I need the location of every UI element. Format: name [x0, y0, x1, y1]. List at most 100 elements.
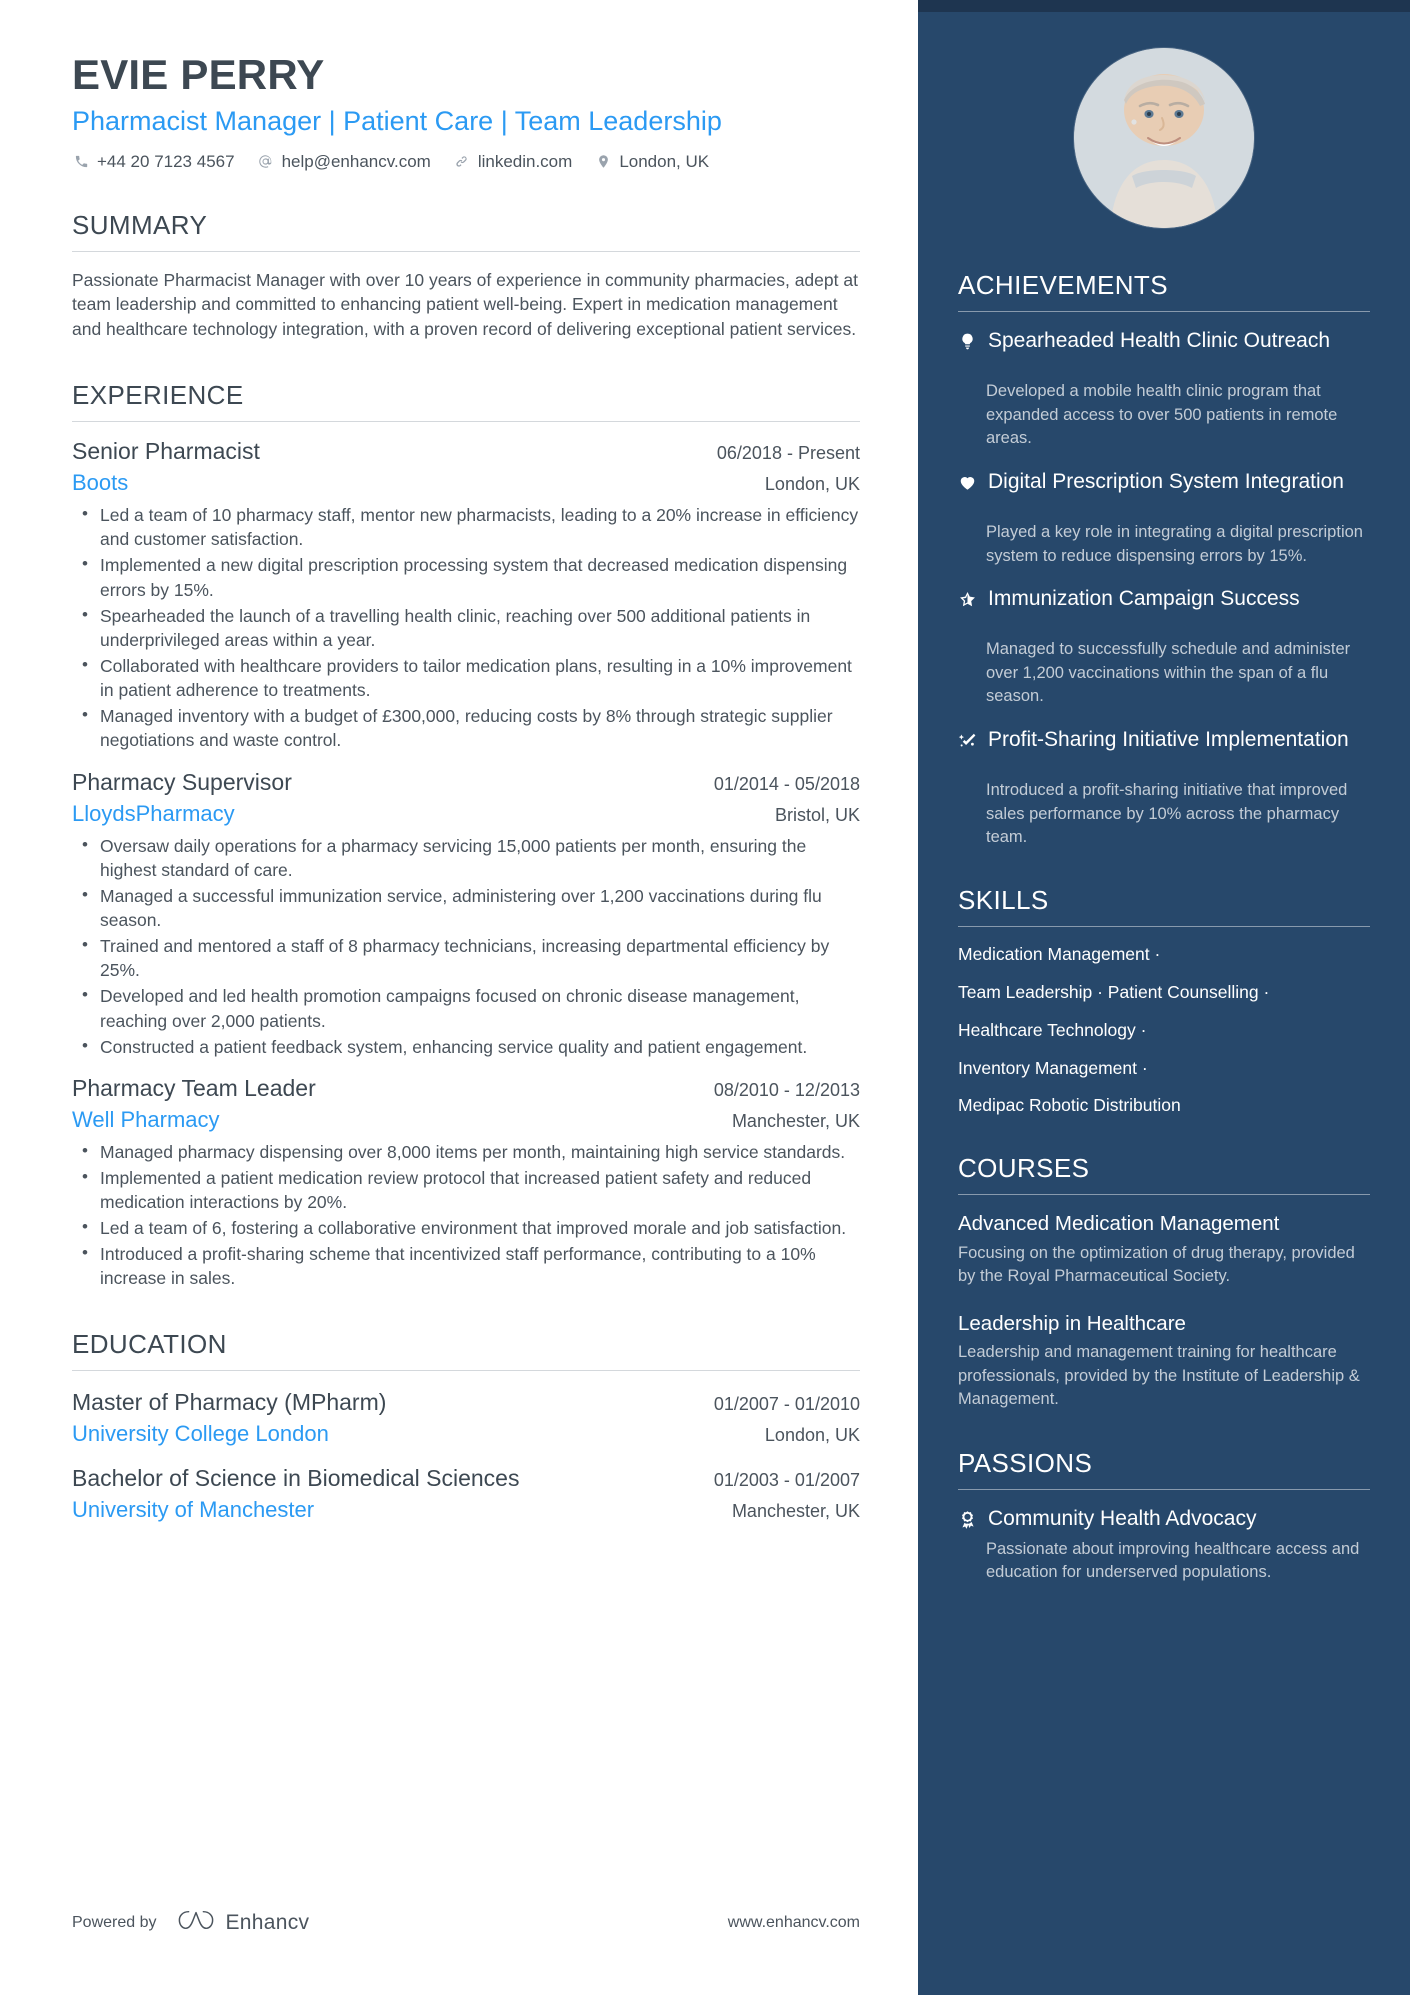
- job-bullets: Oversaw daily operations for a pharmacy …: [72, 833, 860, 1059]
- education-heading: EDUCATION: [72, 1328, 227, 1359]
- education-school[interactable]: University College London: [72, 1421, 329, 1447]
- lightbulb-icon: [958, 328, 988, 360]
- education-dates: 01/2007 - 01/2010: [713, 1393, 860, 1414]
- experience-item: Senior Pharmacist 06/2018 - Present Boot…: [72, 438, 860, 752]
- list-item: Collaborated with healthcare providers t…: [72, 653, 860, 702]
- achievement-description: Played a key role in integrating a digit…: [986, 523, 1363, 565]
- job-company[interactable]: LloydsPharmacy: [72, 801, 235, 827]
- profile-photo: [1074, 48, 1254, 228]
- powered-by-label: Powered by: [72, 1913, 157, 1931]
- experience-item: Pharmacy Supervisor 01/2014 - 05/2018 Ll…: [72, 769, 860, 1059]
- divider: [958, 926, 1370, 928]
- contact-linkedin[interactable]: linkedin.com: [453, 151, 573, 172]
- course-item: Advanced Medication Management Focusing …: [958, 1211, 1370, 1288]
- contact-list: +44 20 7123 4567 help@enhancv.com linked…: [72, 152, 860, 172]
- list-item: Led a team of 10 pharmacy staff, mentor …: [72, 502, 860, 551]
- link-icon: [453, 153, 471, 171]
- divider: [72, 250, 860, 252]
- divider: [72, 421, 860, 423]
- education-location: Manchester, UK: [731, 1500, 860, 1521]
- sidebar: ACHIEVEMENTS Spearheaded Health Clinic O…: [918, 0, 1410, 1995]
- award-ribbon-icon: [958, 1506, 988, 1538]
- footer: Powered by Enhancv www.enhancv.com: [72, 1908, 860, 1937]
- achievement-item: Spearheaded Health Clinic Outreach: [958, 328, 1370, 360]
- achievement-description: Managed to successfully schedule and adm…: [986, 640, 1351, 706]
- list-item: Managed pharmacy dispensing over 8,000 i…: [72, 1139, 860, 1164]
- job-dates: 08/2010 - 12/2013: [713, 1079, 860, 1100]
- achievement-title: Immunization Campaign Success: [988, 587, 1300, 611]
- skill-line: Team Leadership · Patient Counselling ·: [958, 982, 1270, 1003]
- divider: [958, 1194, 1370, 1196]
- job-bullets: Managed pharmacy dispensing over 8,000 i…: [72, 1139, 860, 1291]
- summary-section: SUMMARY Passionate Pharmacist Manager wi…: [72, 210, 860, 343]
- contact-location-text: London, UK: [619, 151, 710, 171]
- achievements-heading: ACHIEVEMENTS: [958, 270, 1168, 300]
- course-title: Advanced Medication Management: [958, 1212, 1280, 1236]
- sidebar-top-accent-bar: [918, 0, 1410, 12]
- brand-name: Enhancv: [225, 1910, 310, 1934]
- experience-heading: EXPERIENCE: [72, 380, 244, 411]
- enhancv-logo-icon: [177, 1908, 215, 1937]
- passion-title: Community Health Advocacy: [988, 1506, 1257, 1530]
- contact-email[interactable]: help@enhancv.com: [257, 152, 431, 172]
- skill-line: Inventory Management ·: [958, 1057, 1148, 1078]
- job-company[interactable]: Boots: [72, 470, 128, 496]
- course-item: Leadership in Healthcare Leadership and …: [958, 1311, 1370, 1412]
- email-icon: [257, 153, 275, 171]
- achievement-item: Profit-Sharing Initiative Implementation: [958, 727, 1370, 759]
- job-dates: 01/2014 - 05/2018: [713, 773, 860, 794]
- list-item: Constructed a patient feedback system, e…: [72, 1034, 860, 1059]
- phone-icon: [72, 153, 90, 171]
- contact-email-text: help@enhancv.com: [281, 151, 431, 171]
- avatar: [958, 48, 1370, 228]
- job-title: Senior Pharmacist: [72, 438, 260, 465]
- location-pin-icon: [594, 153, 612, 171]
- divider: [958, 311, 1370, 312]
- job-location: Manchester, UK: [731, 1110, 860, 1131]
- footer-website[interactable]: www.enhancv.com: [728, 1914, 860, 1932]
- growth-arrow-icon: [958, 727, 988, 759]
- list-item: Implemented a new digital prescription p…: [72, 552, 860, 601]
- contact-location: London, UK: [594, 152, 709, 172]
- list-item: Managed a successful immunization servic…: [72, 883, 860, 932]
- list-item: Implemented a patient medication review …: [72, 1165, 860, 1214]
- powered-by-block: Powered by Enhancv: [72, 1908, 309, 1937]
- list-item: Led a team of 6, fostering a collaborati…: [72, 1215, 860, 1240]
- contact-linkedin-text: linkedin.com: [477, 151, 573, 171]
- achievement-item: Digital Prescription System Integration: [958, 469, 1370, 501]
- education-item: Master of Pharmacy (MPharm) 01/2007 - 01…: [72, 1389, 860, 1447]
- experience-item: Pharmacy Team Leader 08/2010 - 12/2013 W…: [72, 1075, 860, 1291]
- achievement-title: Spearheaded Health Clinic Outreach: [988, 329, 1331, 352]
- course-description: Focusing on the optimization of drug the…: [958, 1243, 1355, 1286]
- main-content: EVIE PERRY Pharmacist Manager | Patient …: [0, 0, 918, 1995]
- contact-phone[interactable]: +44 20 7123 4567: [72, 152, 235, 172]
- education-degree: Master of Pharmacy (MPharm): [72, 1388, 387, 1415]
- skills-heading: SKILLS: [958, 885, 1049, 916]
- headline: Pharmacist Manager | Patient Care | Team…: [72, 106, 722, 137]
- job-bullets: Led a team of 10 pharmacy staff, mentor …: [72, 502, 860, 752]
- job-title: Pharmacy Supervisor: [72, 768, 292, 795]
- job-dates: 06/2018 - Present: [716, 443, 860, 464]
- divider: [72, 1369, 860, 1371]
- achievement-description: Developed a mobile health clinic program…: [986, 382, 1338, 448]
- achievement-title: Digital Prescription System Integration: [988, 469, 1344, 493]
- experience-section: EXPERIENCE Senior Pharmacist 06/2018 - P…: [72, 380, 860, 1291]
- education-item: Bachelor of Science in Biomedical Scienc…: [72, 1465, 860, 1523]
- job-location: Bristol, UK: [774, 804, 860, 825]
- courses-heading: COURSES: [958, 1153, 1090, 1184]
- job-company[interactable]: Well Pharmacy: [72, 1107, 220, 1133]
- resume-header: EVIE PERRY Pharmacist Manager | Patient …: [72, 51, 860, 172]
- divider: [958, 1488, 1370, 1490]
- education-degree: Bachelor of Science in Biomedical Scienc…: [72, 1464, 520, 1491]
- list-item: Introduced a profit-sharing scheme that …: [72, 1241, 860, 1290]
- passion-item: Community Health Advocacy: [958, 1506, 1370, 1538]
- list-item: Spearheaded the launch of a travelling h…: [72, 603, 860, 652]
- education-dates: 01/2003 - 01/2007: [713, 1469, 860, 1490]
- job-location: London, UK: [764, 474, 860, 495]
- course-title: Leadership in Healthcare: [958, 1311, 1186, 1335]
- education-section: EDUCATION Master of Pharmacy (MPharm) 01…: [72, 1329, 860, 1523]
- heart-icon: [958, 469, 988, 501]
- star-half-icon: [958, 586, 988, 618]
- education-school[interactable]: University of Manchester: [72, 1497, 314, 1523]
- passions-section: PASSIONS Community Health Advocacy Passi…: [958, 1448, 1370, 1585]
